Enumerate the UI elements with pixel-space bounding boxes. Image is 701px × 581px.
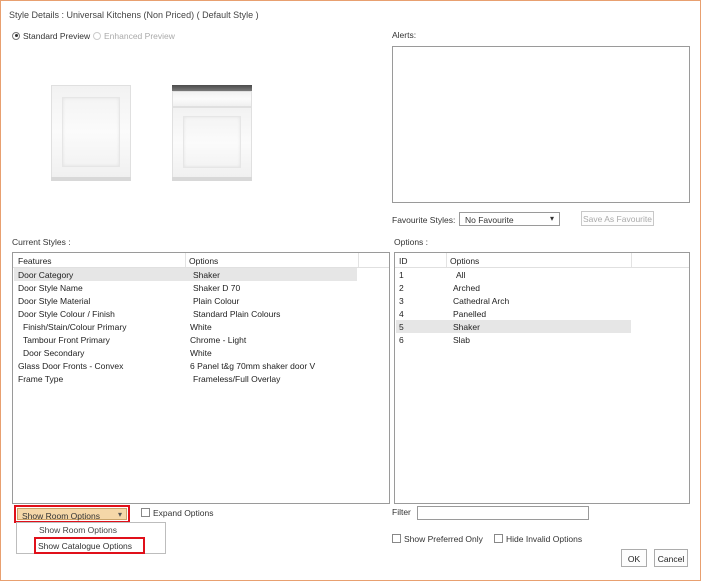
table-row[interactable]: Glass Door Fronts - Convex 6 Panel t&g 70… [14,359,357,372]
filter-label: Filter [392,507,411,517]
room-options-select[interactable]: Show Room Options ▾ [17,508,127,521]
dialog-title: Style Details : Universal Kitchens (Non … [9,10,259,20]
checkbox-icon [141,508,150,518]
show-preferred-only-label: Show Preferred Only [404,533,483,544]
table-row[interactable]: Door Category Shaker [14,268,357,281]
expand-options-label: Expand Options [153,507,214,518]
table-row[interactable]: Tambour Front Primary Chrome - Light [14,333,357,346]
door-preview-image [51,85,131,183]
cancel-button[interactable]: Cancel [654,549,688,567]
current-styles-label: Current Styles : [12,237,71,247]
table-row[interactable]: Door Style Material Plain Colour [14,294,357,307]
list-item[interactable]: 6 Slab [396,333,631,346]
chevron-down-icon: ▾ [117,510,122,519]
menu-item-show-room-options[interactable]: Show Room Options [39,525,117,535]
table-row[interactable]: Door Style Name Shaker D 70 [14,281,357,294]
save-as-favourite-button[interactable]: Save As Favourite [581,211,654,226]
show-catalogue-options-highlight: Show Catalogue Options [34,537,145,554]
table-row[interactable]: Door Style Colour / Finish Standard Plain… [14,307,357,320]
list-item[interactable]: 1 All [396,268,631,281]
list-item[interactable]: 3 Cathedral Arch [396,294,631,307]
alerts-panel [392,46,690,203]
radio-selected-icon [12,31,20,40]
cabinet-preview-image [172,85,252,183]
room-options-highlight: Show Room Options ▾ [14,505,130,523]
favourite-styles-select[interactable]: No Favourite ▾ [459,212,560,226]
options-column-header: Options [189,256,219,266]
table-row[interactable]: Door Secondary White [14,346,357,359]
chevron-down-icon: ▾ [549,214,554,223]
checkbox-icon [494,534,503,544]
favourite-selected-value: No Favourite [465,215,514,225]
table-row[interactable]: Frame Type Frameless/Full Overlay [14,372,357,385]
enhanced-preview-label: Enhanced Preview [104,30,175,41]
table-row[interactable]: Finish/Stain/Colour Primary White [14,320,357,333]
radio-disabled-icon [93,31,101,40]
option-column-header: Options [450,256,480,266]
room-options-selected: Show Room Options [22,511,100,521]
options-label: Options : [394,237,429,247]
style-details-dialog: Style Details : Universal Kitchens (Non … [0,0,701,581]
ok-button[interactable]: OK [621,549,647,567]
checkbox-icon [392,534,401,544]
show-preferred-only-checkbox[interactable]: Show Preferred Only [392,533,483,544]
expand-options-checkbox[interactable]: Expand Options [141,507,213,518]
current-styles-table: Features Options Door Category Shaker Doo… [12,252,390,504]
filter-input[interactable] [417,506,589,520]
enhanced-preview-radio[interactable]: Enhanced Preview [93,30,175,41]
options-table: ID Options 1 All 2 Arched 3 Cathedral Arch … [394,252,690,504]
features-column-header: Features [18,256,52,266]
current-styles-header: Features Options [13,253,389,268]
id-column-header: ID [399,256,408,266]
menu-item-show-catalogue-options[interactable]: Show Catalogue Options [38,541,132,551]
standard-preview-radio[interactable]: Standard Preview [12,30,90,41]
favourite-styles-label: Favourite Styles: [392,215,456,225]
list-item[interactable]: 5 Shaker [396,320,631,333]
hide-invalid-options-checkbox[interactable]: Hide Invalid Options [494,533,582,544]
options-header: ID Options [395,253,689,268]
hide-invalid-options-label: Hide Invalid Options [506,533,583,544]
list-item[interactable]: 4 Panelled [396,307,631,320]
standard-preview-label: Standard Preview [23,30,91,41]
alerts-label: Alerts: [392,30,417,40]
list-item[interactable]: 2 Arched [396,281,631,294]
